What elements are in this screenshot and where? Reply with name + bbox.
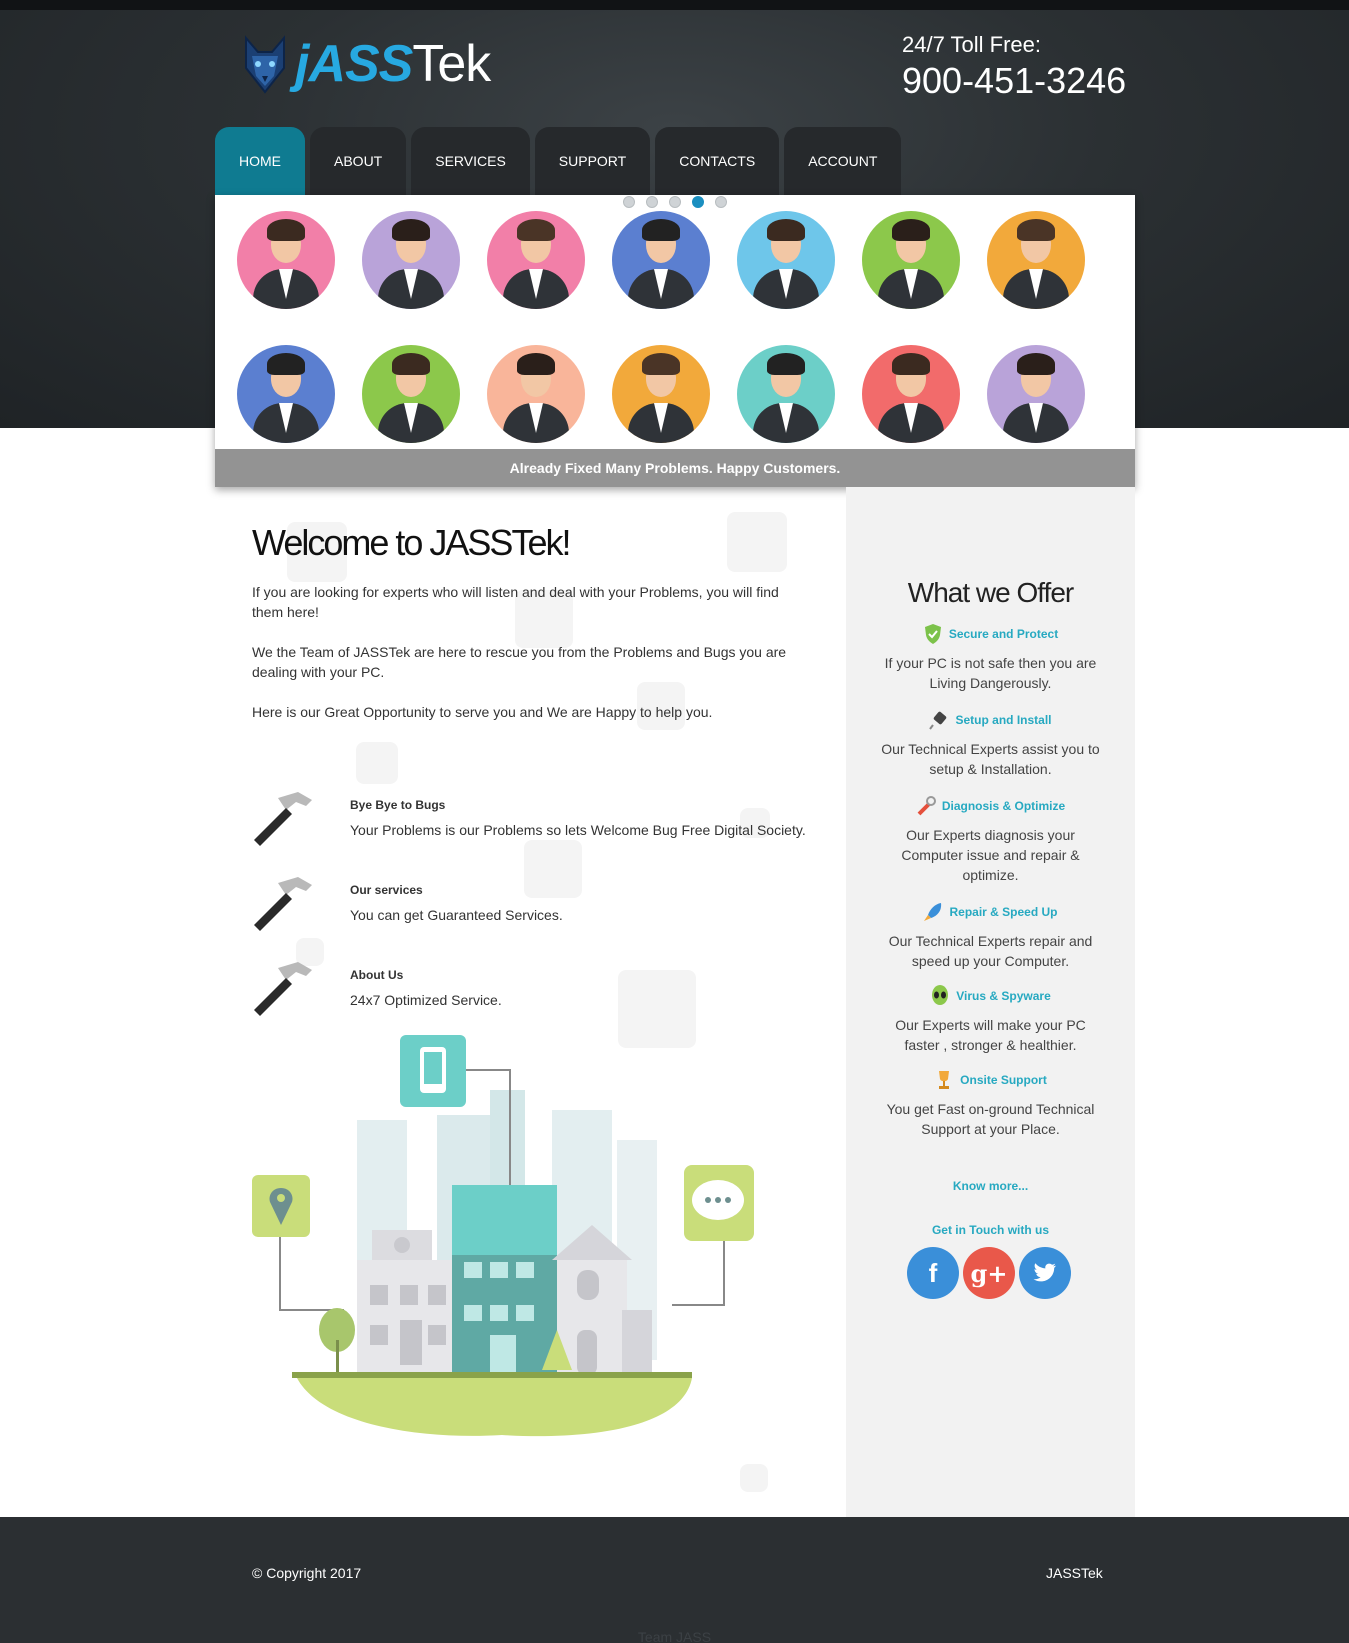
offer-desc: If your PC is not safe then you are Livi… <box>884 655 1097 691</box>
offer-title-link[interactable]: Diagnosis & Optimize <box>846 795 1135 817</box>
feature-item: Our services You can get Guaranteed Serv… <box>252 875 812 939</box>
offer-title-link[interactable]: Secure and Protect <box>846 623 1135 645</box>
hero-slider: Already Fixed Many Problems. Happy Custo… <box>215 195 1135 487</box>
offer-item: Diagnosis & Optimize Our Experts diagnos… <box>846 795 1135 885</box>
customer-avatar <box>737 345 835 443</box>
feature-title: Our services <box>350 883 423 897</box>
logo-text: jASSTek <box>295 35 491 93</box>
nav-contacts[interactable]: CONTACTS <box>655 127 780 195</box>
slider-dot[interactable] <box>669 196 681 208</box>
logo[interactable]: jASSTek <box>240 30 520 100</box>
wolf-logo-icon <box>245 35 285 94</box>
offer-title-link[interactable]: Repair & Speed Up <box>846 901 1135 923</box>
customer-avatar <box>612 345 710 443</box>
customer-avatar <box>737 211 835 309</box>
intro-paragraph: If you are looking for experts who will … <box>252 584 779 620</box>
copyright-text: © Copyright 2017 <box>252 1565 362 1581</box>
intro-paragraph: Here is our Great Opportunity to serve y… <box>252 704 713 720</box>
customer-avatar <box>487 211 585 309</box>
offer-item: Repair & Speed Up Our Technical Experts … <box>846 901 1135 971</box>
page-title: Welcome to JASSTek! <box>252 522 571 563</box>
offer-item: Secure and Protect If your PC is not saf… <box>846 623 1135 693</box>
bg-square <box>356 742 398 784</box>
hammer-icon <box>254 792 312 846</box>
toll-free: 24/7 Toll Free: 900-451-3246 <box>902 32 1126 102</box>
offer-title-link[interactable]: Virus & Spyware <box>846 985 1135 1007</box>
offer-item: Onsite Support You get Fast on-ground Te… <box>846 1069 1135 1139</box>
twitter-icon[interactable] <box>1019 1247 1071 1299</box>
nav-account[interactable]: ACCOUNT <box>784 127 902 195</box>
customer-avatar <box>862 345 960 443</box>
customer-avatar <box>987 211 1085 309</box>
nav-home[interactable]: HOME <box>215 127 305 195</box>
feature-item: Bye Bye to Bugs Your Problems is our Pro… <box>252 790 812 854</box>
slider-dot[interactable] <box>692 196 704 208</box>
footer: © Copyright 2017 JASSTek Team JASS <box>0 1517 1349 1643</box>
feature-title: About Us <box>350 968 404 982</box>
rocket-icon <box>924 903 942 921</box>
shield-icon <box>924 624 941 644</box>
bg-square <box>727 512 787 572</box>
offer-title-link[interactable]: Setup and Install <box>846 709 1135 731</box>
intro-paragraph: We the Team of JASSTek are here to rescu… <box>252 644 787 680</box>
offer-desc: You get Fast on-ground Technical Support… <box>886 1101 1095 1137</box>
customer-avatar <box>362 345 460 443</box>
feature-title: Bye Bye to Bugs <box>350 798 446 812</box>
feature-desc: Your Problems is our Problems so lets We… <box>350 822 806 838</box>
feature-item: About Us 24x7 Optimized Service. <box>252 960 812 1024</box>
offer-desc: Our Experts diagnosis your Computer issu… <box>901 827 1080 883</box>
customer-avatar <box>237 345 335 443</box>
nav-support[interactable]: SUPPORT <box>534 127 651 195</box>
slider-dot[interactable] <box>623 196 635 208</box>
feature-desc: You can get Guaranteed Services. <box>350 907 563 923</box>
city-illustration <box>252 1035 754 1437</box>
team-credit: Team JASS <box>637 1629 712 1643</box>
customer-avatar <box>362 211 460 309</box>
customer-avatar <box>987 345 1085 443</box>
feature-desc: 24x7 Optimized Service. <box>350 992 502 1008</box>
footer-brand[interactable]: JASSTek <box>1046 1565 1103 1581</box>
trophy-icon <box>939 1071 950 1089</box>
offer-item: Virus & Spyware Our Experts will make yo… <box>846 985 1135 1055</box>
facebook-icon[interactable]: f <box>907 1247 959 1299</box>
hammer-icon <box>254 962 312 1016</box>
phone-number[interactable]: 900-451-3246 <box>902 60 1126 102</box>
toll-free-label: 24/7 Toll Free: <box>902 32 1042 57</box>
offer-title-link[interactable]: Onsite Support <box>846 1069 1135 1091</box>
main-nav: HOME ABOUT SERVICES SUPPORT CONTACTS ACC… <box>215 127 902 195</box>
slider-dots <box>623 196 727 208</box>
offer-desc: Our Technical Experts assist you to setu… <box>881 741 1100 777</box>
alien-icon <box>932 985 949 1005</box>
slider-dot[interactable] <box>646 196 658 208</box>
customer-avatar <box>612 211 710 309</box>
offer-desc: Our Experts will make your PC faster , s… <box>895 1017 1086 1053</box>
social-links: f g+ <box>907 1247 1071 1299</box>
slider-caption: Already Fixed Many Problems. Happy Custo… <box>215 449 1135 487</box>
customer-avatar <box>862 211 960 309</box>
plug-icon <box>929 711 947 730</box>
customer-avatar <box>487 345 585 443</box>
offer-desc: Our Technical Experts repair and speed u… <box>888 933 1093 969</box>
slider-dot[interactable] <box>715 196 727 208</box>
offer-title: What we Offer <box>907 577 1074 608</box>
sidebar: What we Offer Secure and Protect If your… <box>846 487 1135 1517</box>
hammer-icon <box>254 877 312 931</box>
get-in-touch-heading: Get in Touch with us <box>931 1223 1050 1237</box>
offer-item: Setup and Install Our Technical Experts … <box>846 709 1135 779</box>
google-plus-icon[interactable]: g+ <box>963 1247 1015 1299</box>
wrench-icon <box>917 796 936 816</box>
nav-about[interactable]: ABOUT <box>310 127 407 195</box>
top-bar <box>0 0 1349 10</box>
customer-avatar <box>237 211 335 309</box>
nav-services[interactable]: SERVICES <box>411 127 530 195</box>
know-more-link[interactable]: Know more... <box>846 1179 1135 1193</box>
